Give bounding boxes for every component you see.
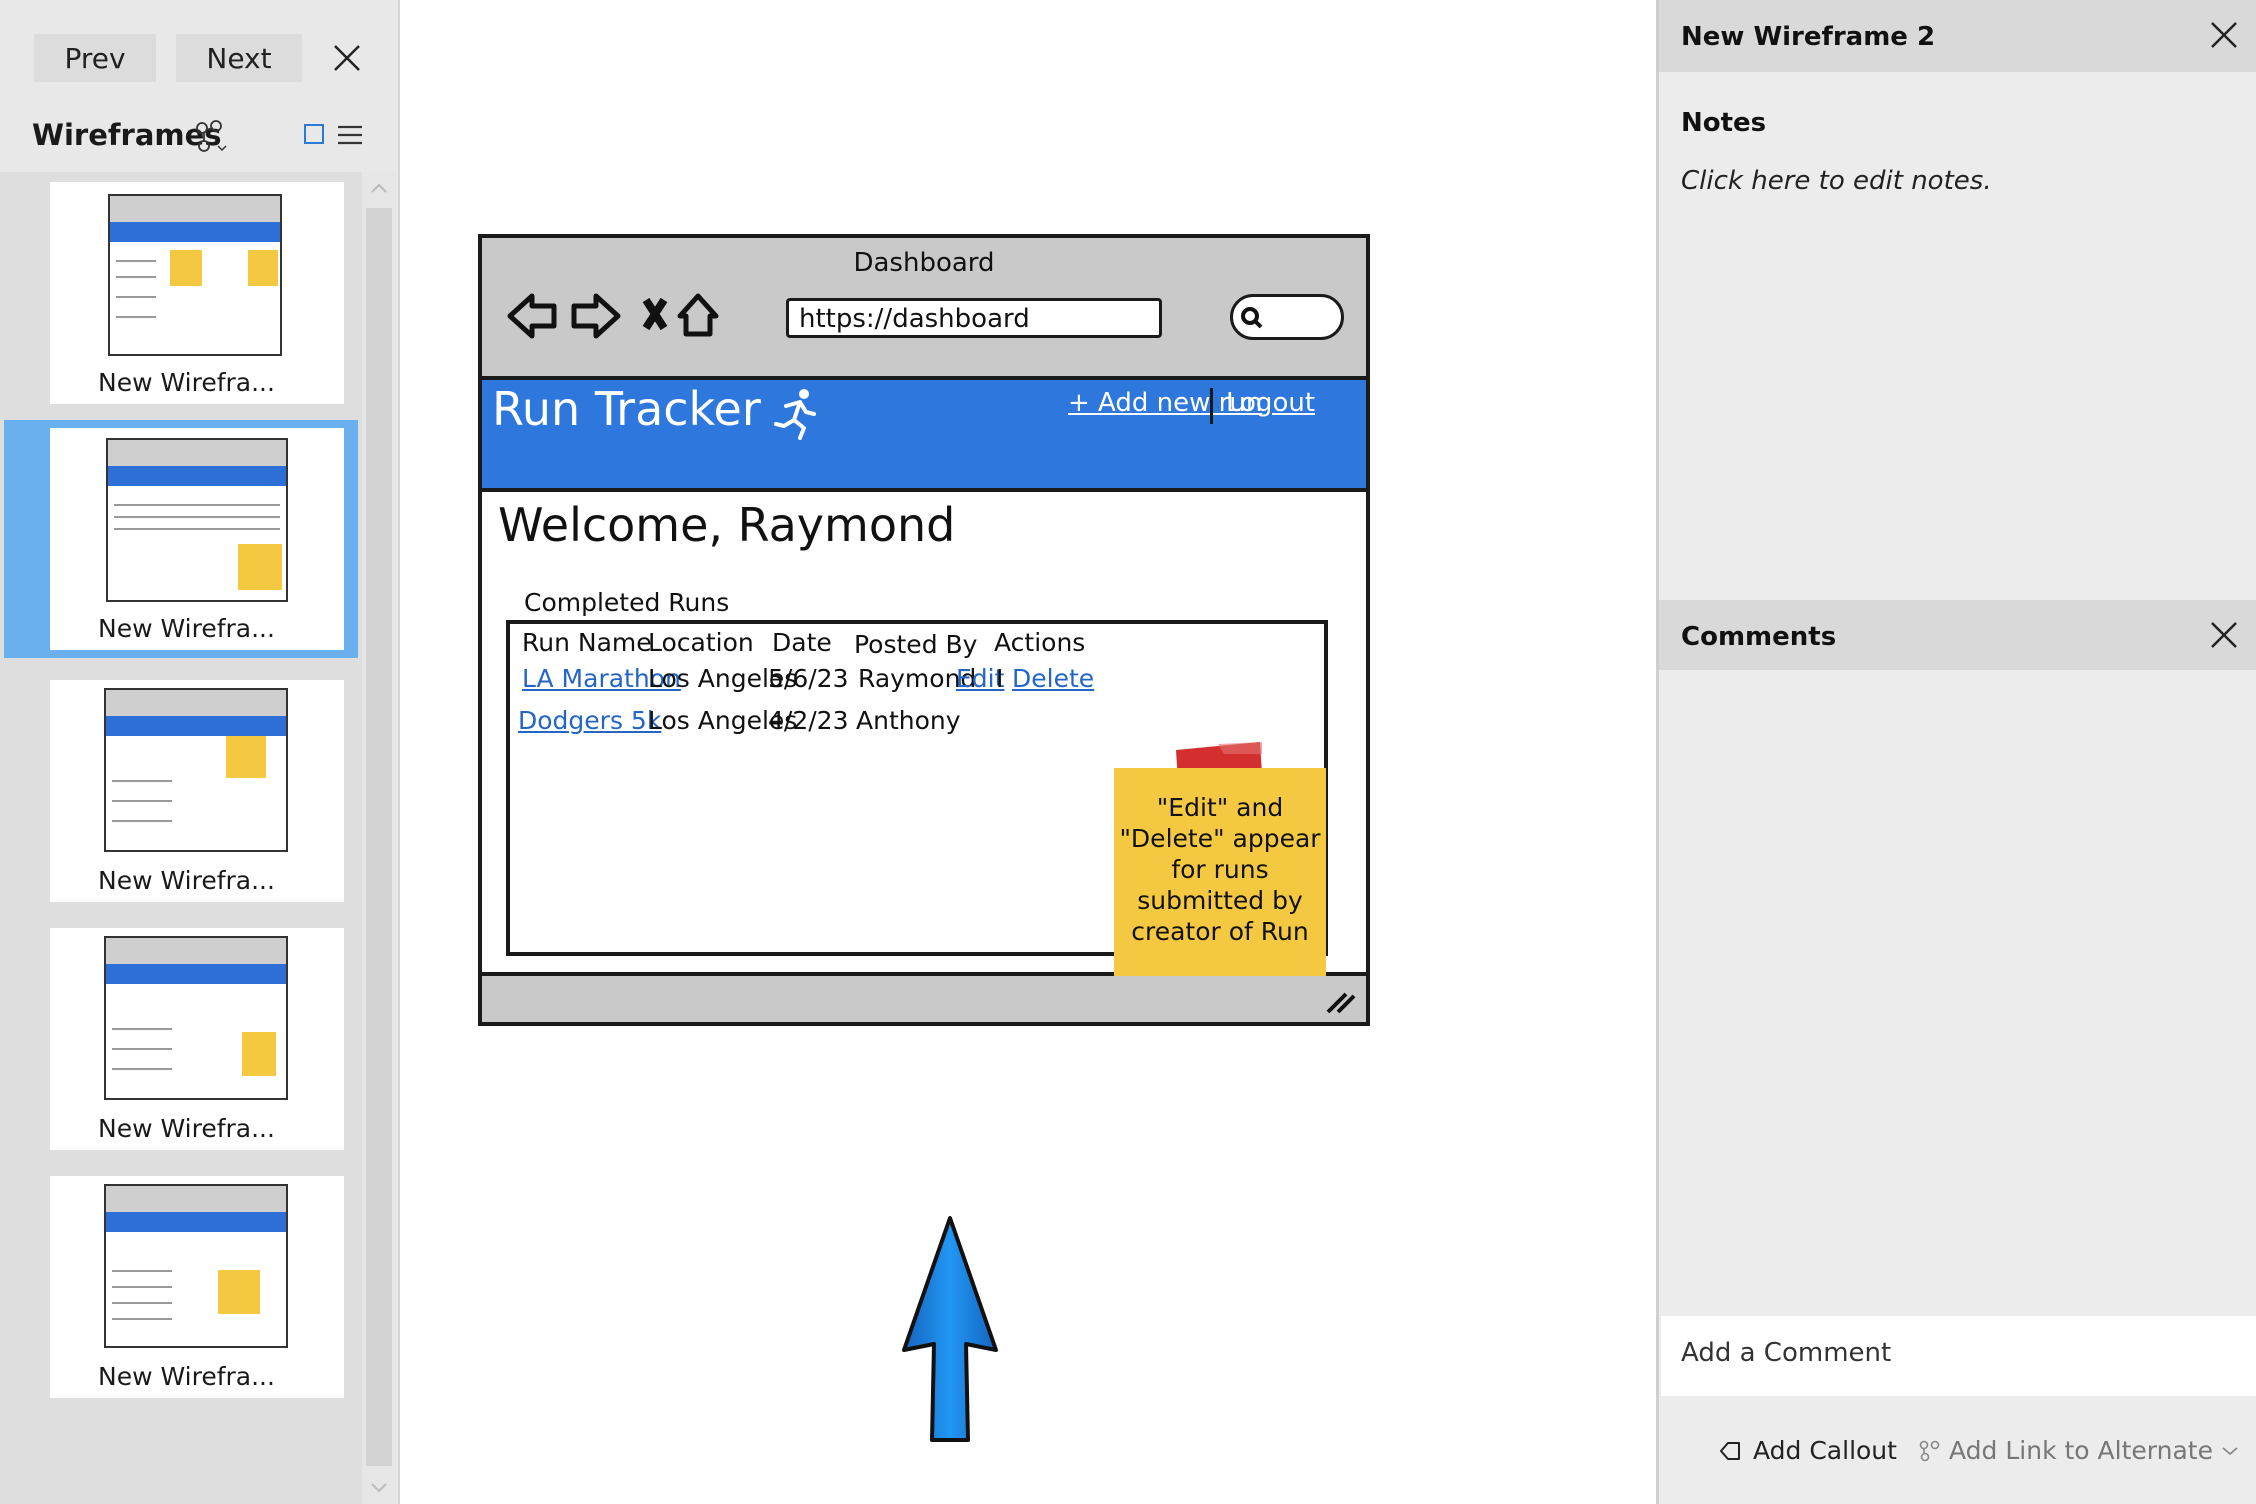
wireframe-thumbnail-selected[interactable]: New Wirefra... <box>4 420 358 658</box>
add-link-label: Add Link to Alternate <box>1949 1436 2213 1465</box>
nav-divider <box>1210 388 1213 424</box>
wireframes-panel: Prev Next Wireframes New Wirefra... New … <box>0 0 400 1504</box>
branch-icon[interactable] <box>194 120 228 154</box>
wireframe-thumbnail[interactable]: New Wirefra... <box>50 928 344 1150</box>
thumbnail-preview <box>104 936 288 1100</box>
chevron-down-icon[interactable] <box>370 1482 388 1494</box>
thumbnail-label: New Wirefra... <box>98 614 275 643</box>
sticky-note[interactable]: "Edit" and "Delete" appear for runs subm… <box>1114 768 1326 976</box>
stop-icon <box>642 297 668 331</box>
add-callout-label: Add Callout <box>1753 1436 1897 1465</box>
thumbnail-preview <box>106 438 288 602</box>
next-button[interactable]: Next <box>176 34 302 82</box>
close-icon[interactable] <box>2209 20 2239 50</box>
close-icon[interactable] <box>2209 620 2239 650</box>
table-cell: 5/6/23 <box>768 664 849 693</box>
browser-footer <box>482 972 1366 1022</box>
resize-handle-icon[interactable] <box>1324 986 1358 1016</box>
comments-heading: Comments <box>1681 622 1837 652</box>
table-cell: 4/2/23 <box>768 706 849 735</box>
url-field[interactable]: https://dashboard <box>786 298 1162 338</box>
delete-link[interactable]: Delete <box>1012 664 1094 693</box>
branch-icon <box>1919 1440 1940 1461</box>
search-field[interactable] <box>1230 294 1344 340</box>
thumbnail-label: New Wirefra... <box>98 1114 275 1143</box>
callout-icon <box>1720 1441 1740 1460</box>
wireframe-name: New Wireframe 2 <box>1681 22 1936 52</box>
close-icon[interactable] <box>330 36 364 80</box>
panel-header: New Wireframe 2 <box>1659 0 2256 72</box>
grid-view-icon[interactable] <box>304 124 324 144</box>
wireframe-thumbnail[interactable]: New Wirefra... <box>50 1176 344 1398</box>
run-name-link[interactable]: Dodgers 5k <box>518 706 661 735</box>
arrow-up-icon[interactable] <box>900 1214 1000 1444</box>
column-header: Actions <box>994 628 1086 657</box>
thumbnail-label: New Wirefra... <box>98 1362 275 1391</box>
thumbnail-label: New Wirefra... <box>98 368 275 397</box>
browser-chrome: Dashboard https://dashboard <box>482 238 1366 380</box>
list-view-icon[interactable] <box>338 124 362 146</box>
add-callout-button[interactable]: Add Callout <box>1717 1436 1897 1465</box>
column-header: Date <box>772 628 832 657</box>
runner-icon <box>774 389 816 440</box>
wireframe-thumbnail[interactable]: New Wirefra... <box>50 182 344 404</box>
table-label: Completed Runs <box>524 588 730 617</box>
chevron-up-icon[interactable] <box>370 182 388 194</box>
home-icon <box>677 293 719 337</box>
sticky-note-text: "Edit" and "Delete" appear for runs subm… <box>1119 793 1321 946</box>
browser-nav-icons <box>507 293 719 339</box>
thumbnail-label: New Wirefra... <box>98 866 275 895</box>
welcome-heading: Welcome, Raymond <box>498 498 956 552</box>
app-header: Run Tracker + Add new run Logout <box>482 380 1366 492</box>
browser-title: Dashboard <box>853 248 995 278</box>
app-title: Run Tracker <box>492 382 761 436</box>
comments-header: Comments <box>1659 600 2256 670</box>
column-header: Location <box>648 628 754 657</box>
wireframe-thumbnail[interactable]: New Wirefra... <box>50 680 344 902</box>
table-cell: Anthony <box>856 706 961 735</box>
column-header: Posted By <box>854 630 978 659</box>
thumbnail-preview <box>104 688 288 852</box>
properties-panel: New Wireframe 2 Notes Click here to edit… <box>1656 0 2256 1504</box>
back-icon <box>507 293 557 339</box>
column-header: Run Name <box>522 628 652 657</box>
notes-heading: Notes <box>1681 108 1767 138</box>
forward-icon <box>571 293 621 339</box>
action-separator: I <box>996 664 1004 693</box>
thumbnail-preview <box>104 1184 288 1348</box>
search-icon <box>1241 307 1263 329</box>
add-comment-input[interactable]: Add a Comment <box>1661 1316 2256 1396</box>
prev-button[interactable]: Prev <box>34 34 156 82</box>
add-link-to-alternate-button[interactable]: Add Link to Alternate <box>1919 1436 2239 1465</box>
notes-field[interactable]: Click here to edit notes. <box>1681 166 1992 196</box>
scrollbar-thumb[interactable] <box>366 208 392 1466</box>
logout-link[interactable]: Logout <box>1226 388 1315 418</box>
chevron-down-icon <box>2222 1446 2238 1455</box>
thumbnail-preview <box>108 194 282 356</box>
